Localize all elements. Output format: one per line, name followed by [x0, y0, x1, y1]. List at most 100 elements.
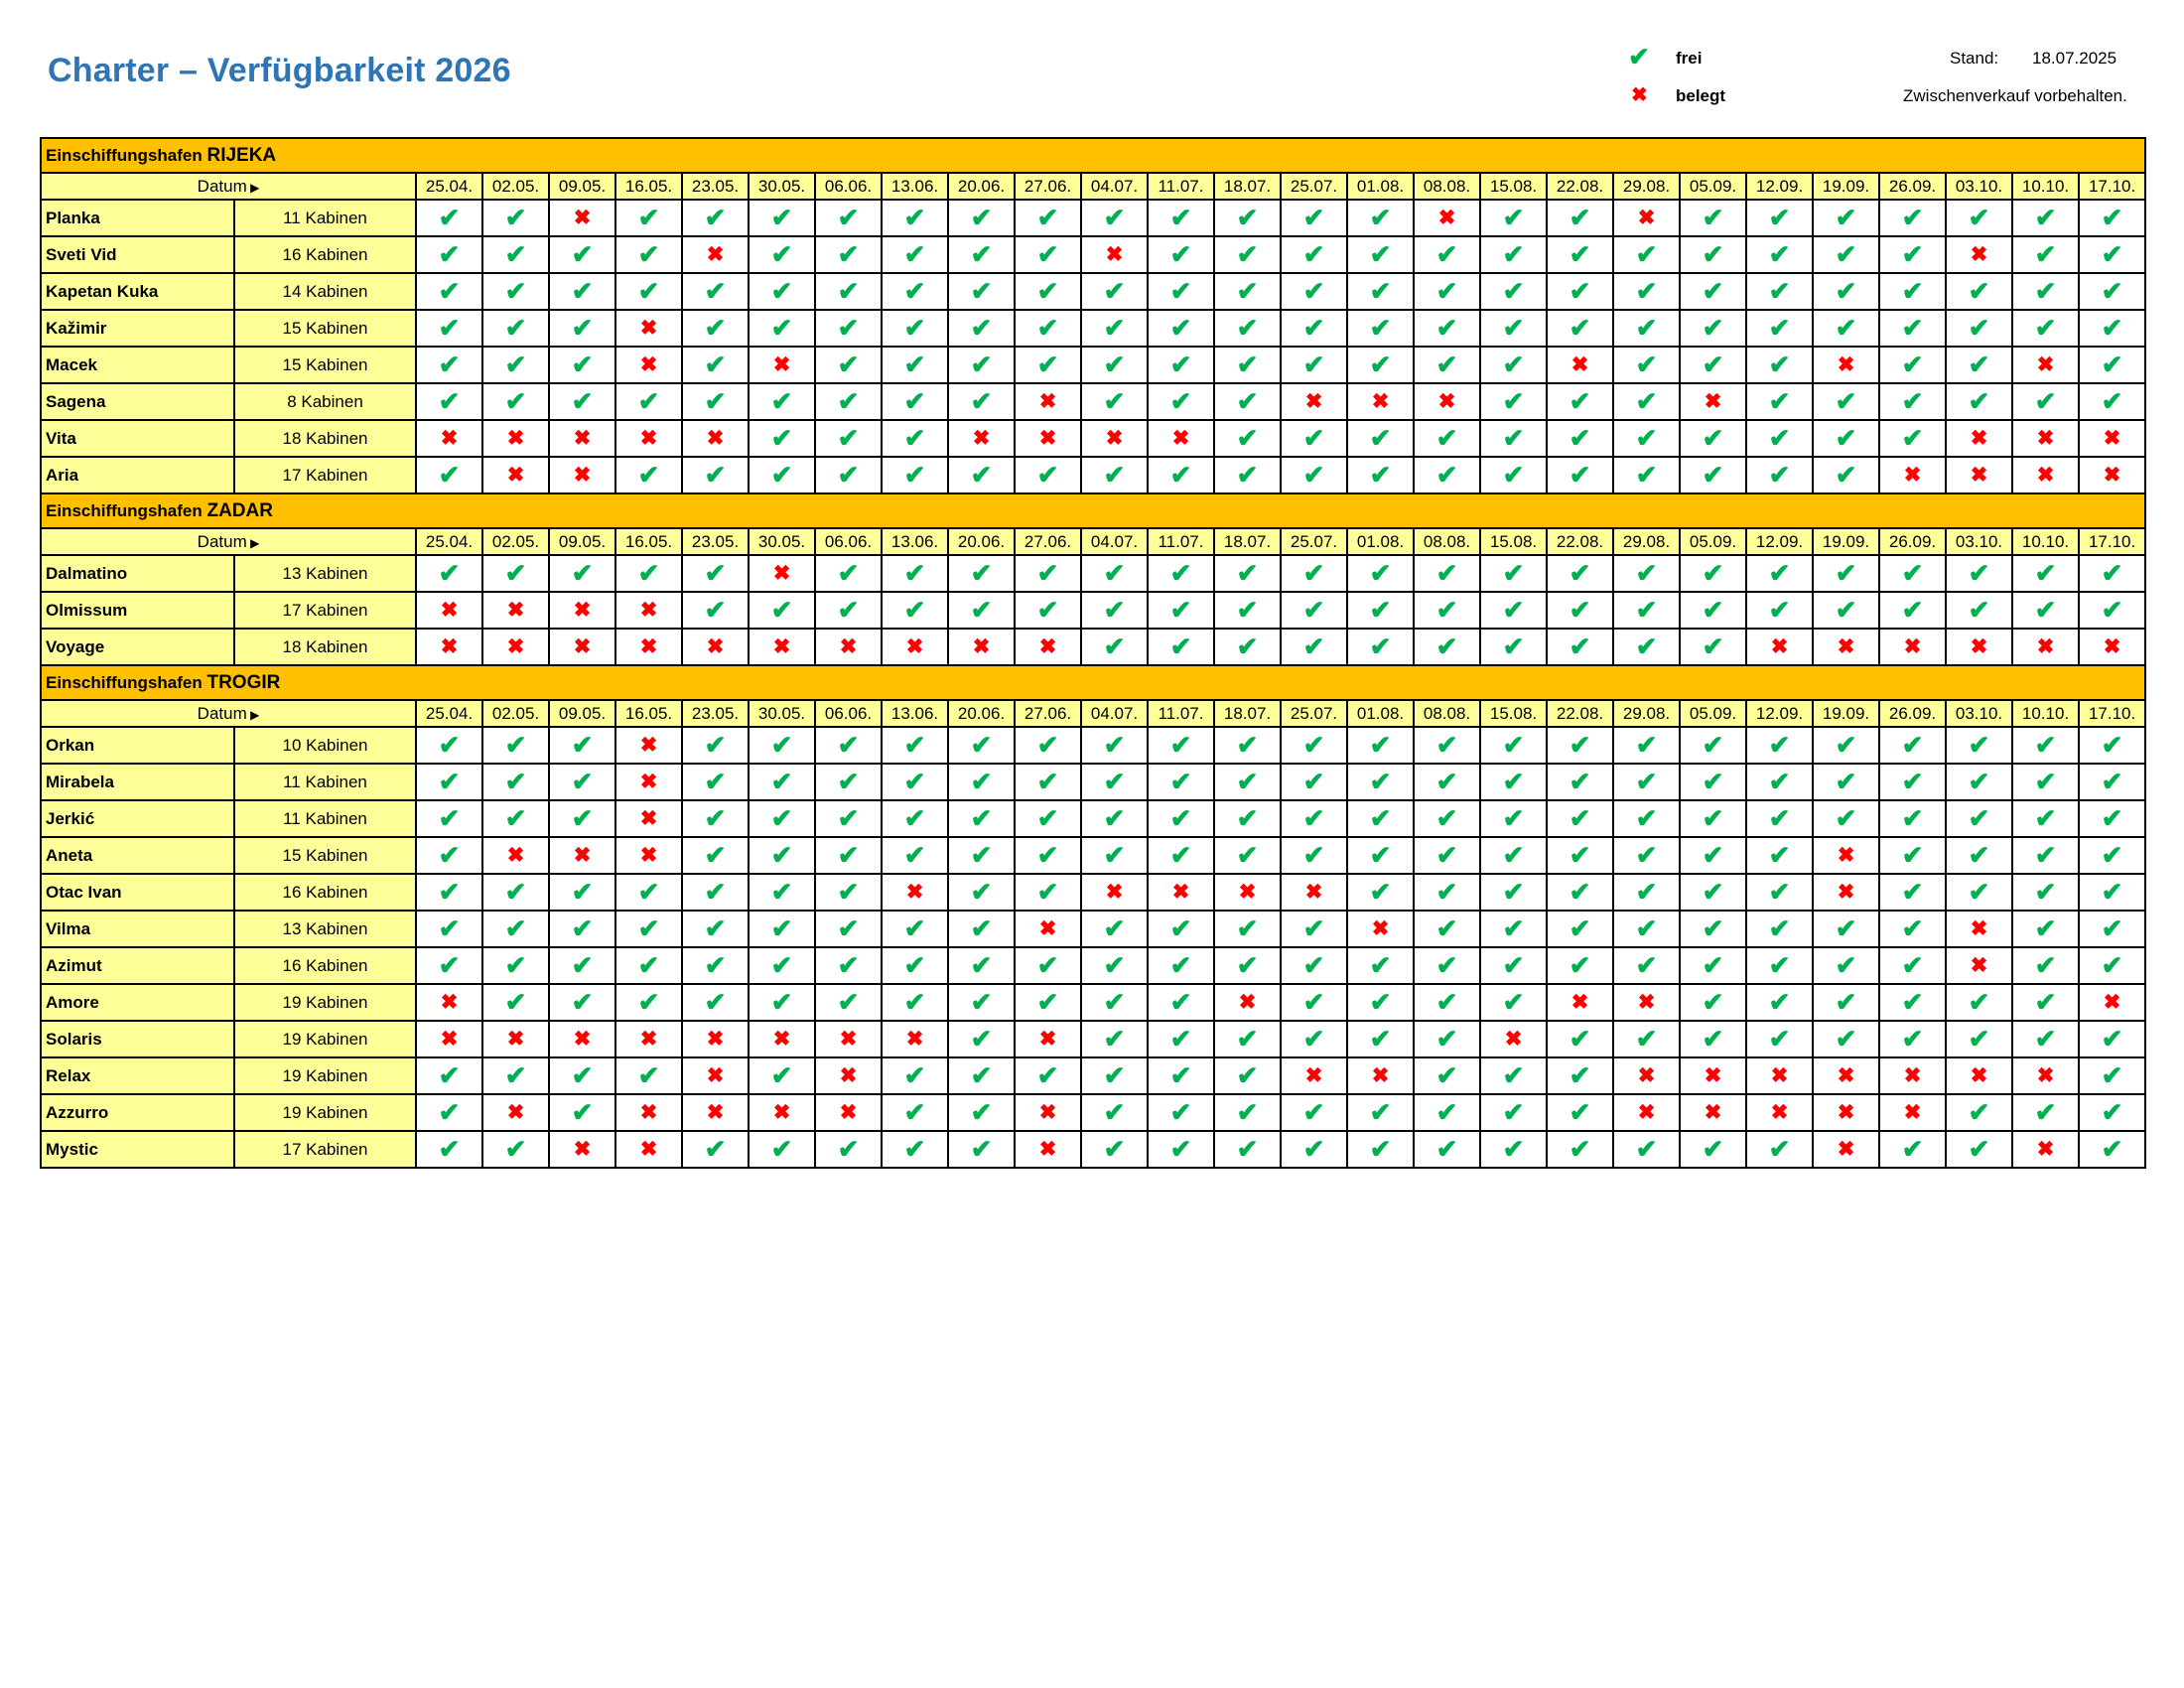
- availability-cell: ✔: [614, 910, 683, 948]
- check-icon: ✔: [438, 350, 461, 379]
- availability-cell: ✔: [1479, 836, 1548, 875]
- availability-cell: ✔: [1546, 946, 1614, 985]
- availability-cell: ✖: [1945, 419, 2013, 458]
- availability-table: Einschiffungshafen RIJEKA Datum ▶ 25.04. 02…: [39, 137, 2147, 1169]
- cross-icon: ✖: [1970, 1063, 1988, 1087]
- check-icon: ✔: [1036, 803, 1059, 833]
- check-icon: ✔: [1569, 1097, 1591, 1127]
- check-icon: ✔: [1236, 840, 1259, 870]
- availability-cell: ✔: [814, 799, 883, 838]
- cross-icon: ✖: [506, 1100, 525, 1124]
- check-icon: ✔: [1036, 987, 1059, 1017]
- availability-cell: ✔: [748, 382, 816, 421]
- check-icon: ✔: [1369, 632, 1392, 661]
- check-icon: ✔: [1435, 1097, 1458, 1127]
- check-icon: ✔: [1635, 423, 1658, 453]
- availability-cell: ✔: [1080, 763, 1149, 801]
- availability-cell: ✖: [1612, 1056, 1681, 1095]
- cross-icon: ✖: [1038, 426, 1057, 450]
- availability-cell: ✖: [2077, 419, 2147, 458]
- availability-cell: ✔: [1745, 836, 1814, 875]
- availability-cell: ✔: [415, 382, 483, 421]
- check-icon: ✔: [1302, 950, 1325, 980]
- availability-cell: ✔: [748, 946, 816, 985]
- cross-icon: ✖: [1903, 463, 1922, 487]
- availability-cell: ✔: [1479, 199, 1548, 237]
- availability-cell: ✔: [1878, 946, 1947, 985]
- check-icon: ✔: [903, 914, 926, 943]
- availability-cell: ✔: [681, 591, 750, 630]
- availability-cell: ✔: [1346, 726, 1415, 765]
- check-icon: ✔: [1236, 595, 1259, 625]
- availability-cell: ✔: [1346, 628, 1415, 666]
- cabin-count: 13 Kabinen: [233, 910, 417, 948]
- availability-cell: ✖: [1213, 873, 1282, 912]
- check-icon: ✔: [504, 914, 527, 943]
- availability-cell: ✔: [881, 1130, 949, 1169]
- date-header-cell: 30.05.: [748, 699, 816, 728]
- disclaimer: Zwischenverkauf vorbehalten.: [1903, 86, 2127, 105]
- check-icon: ✔: [1369, 276, 1392, 306]
- availability-cell: ✔: [1878, 1130, 1947, 1169]
- check-icon: ✔: [1036, 203, 1059, 232]
- check-icon: ✔: [1302, 203, 1325, 232]
- availability-cell: ✖: [1945, 1056, 2013, 1095]
- availability-cell: ✔: [1413, 346, 1481, 384]
- boat-name: Otac Ivan: [40, 873, 235, 912]
- cabin-count: 15 Kabinen: [233, 346, 417, 384]
- availability-cell: ✔: [614, 199, 683, 237]
- availability-cell: ✔: [1147, 799, 1215, 838]
- availability-cell: ✔: [1014, 346, 1082, 384]
- availability-cell: ✔: [2011, 1020, 2080, 1058]
- availability-cell: ✔: [1679, 873, 1747, 912]
- availability-cell: ✔: [1147, 272, 1215, 311]
- date-header-cell: 19.09.: [1812, 527, 1880, 556]
- cross-icon: ✖: [573, 426, 592, 450]
- table-row: Aria 17 Kabinen ✔ ✖ ✖ ✔ ✔ ✔ ✔ ✔ ✔ ✔ ✔ ✔ ✔ ✔ ✔ ✔ ✔ ✔ ✔ ✔ ✔ ✔ ✖ ✖ ✖ ✖: [40, 456, 2147, 494]
- check-icon: ✔: [571, 767, 594, 796]
- port-header-cell: Einschiffungshafen TROGIR: [39, 664, 2147, 701]
- availability-cell: ✔: [548, 235, 616, 274]
- availability-cell: ✔: [881, 983, 949, 1022]
- check-icon: ✔: [970, 914, 993, 943]
- availability-cell: ✔: [681, 873, 750, 912]
- date-header-cell: 25.07.: [1280, 172, 1348, 201]
- check-icon: ✔: [770, 730, 793, 760]
- date-header-cell: 02.05.: [481, 172, 550, 201]
- availability-cell: ✔: [1346, 309, 1415, 348]
- table-row: Vilma 13 Kabinen ✔ ✔ ✔ ✔ ✔ ✔ ✔ ✔ ✔ ✖ ✔ ✔ ✔ ✔ ✖ ✔ ✔ ✔ ✔ ✔ ✔ ✔ ✔ ✖ ✔…: [40, 910, 2147, 948]
- availability-cell: ✔: [1413, 910, 1481, 948]
- availability-cell: ✔: [1812, 946, 1880, 985]
- stand-date: 18.07.2025: [2032, 49, 2117, 68]
- availability-cell: ✔: [947, 235, 1016, 274]
- check-icon: ✔: [1768, 914, 1791, 943]
- cross-icon: ✖: [706, 1063, 725, 1087]
- availability-cell: ✔: [1878, 910, 1947, 948]
- boat-name: Mystic: [40, 1130, 235, 1169]
- cross-icon: ✖: [1105, 426, 1124, 450]
- check-icon: ✔: [837, 386, 860, 416]
- check-icon: ✔: [1302, 276, 1325, 306]
- availability-cell: ✔: [1945, 1020, 2013, 1058]
- check-icon: ✔: [1835, 803, 1857, 833]
- check-icon: ✔: [1103, 1134, 1126, 1164]
- date-header-cell: 26.09.: [1878, 527, 1947, 556]
- legend-free-label: frei: [1676, 49, 1703, 68]
- check-icon: ✔: [1169, 595, 1192, 625]
- availability-cell: ✖: [814, 1056, 883, 1095]
- check-icon: ✔: [571, 558, 594, 588]
- table-row: Planka 11 Kabinen ✔ ✔ ✖ ✔ ✔ ✔ ✔ ✔ ✔ ✔ ✔ ✔ ✔ ✔ ✔ ✖ ✔ ✔ ✖ ✔ ✔ ✔ ✔ ✔…: [40, 199, 2147, 237]
- availability-cell: ✔: [2011, 910, 2080, 948]
- cross-icon: ✖: [639, 352, 658, 376]
- check-icon: ✔: [1369, 1097, 1392, 1127]
- date-header-cell: 05.09.: [1679, 172, 1747, 201]
- check-icon: ✔: [1901, 950, 1924, 980]
- availability-cell: ✔: [1280, 983, 1348, 1022]
- check-icon: ✔: [1901, 203, 1924, 232]
- availability-cell: ✔: [1213, 1056, 1282, 1095]
- check-icon: ✔: [1635, 877, 1658, 907]
- availability-cell: ✔: [614, 554, 683, 593]
- availability-cell: ✔: [1014, 199, 1082, 237]
- check-icon: ✔: [1635, 767, 1658, 796]
- check-icon: ✔: [970, 386, 993, 416]
